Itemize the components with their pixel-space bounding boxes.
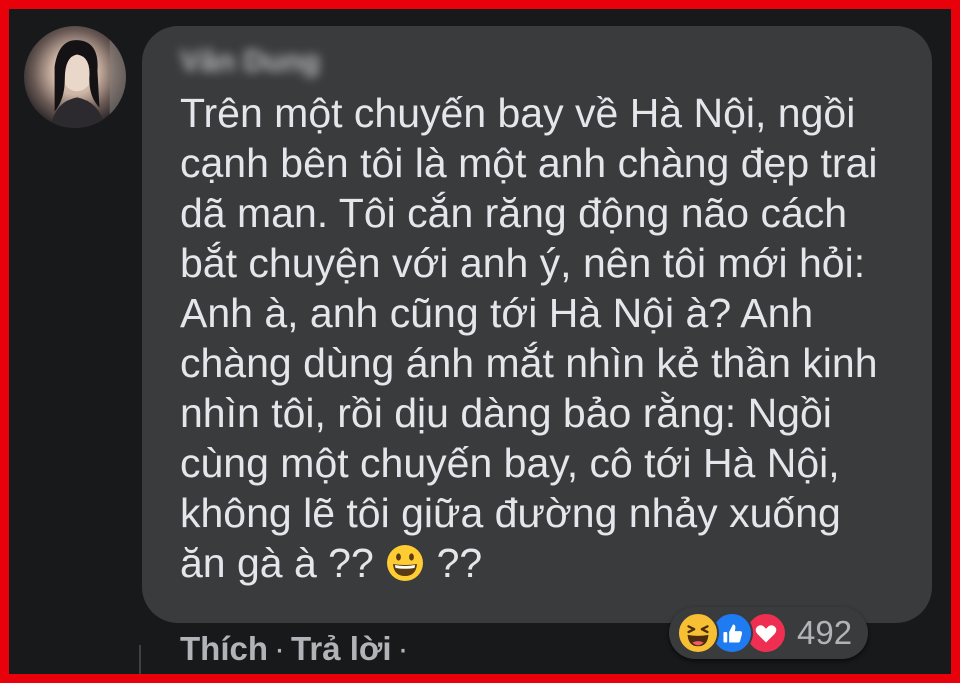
comment-text: Trên một chuyến bay về Hà Nội, ngồi cạnh…: [180, 88, 902, 588]
reaction-count: 492: [797, 614, 853, 651]
comment-area: Vân Dung Trên một chuyến bay về Hà Nội, …: [9, 9, 951, 674]
separator: ·: [274, 630, 285, 667]
reply-link[interactable]: Trả lời: [291, 630, 392, 668]
avatar-photo-icon: [50, 26, 126, 128]
author-name[interactable]: Vân Dung: [180, 40, 320, 84]
thread-line: [139, 645, 141, 674]
separator: ·: [397, 630, 409, 667]
comment-actions: Thích · Trả lời ·: [180, 630, 415, 668]
avatar[interactable]: [24, 26, 126, 128]
comment-bubble: Vân Dung Trên một chuyến bay về Hà Nội, …: [142, 26, 932, 623]
comment-text-tail: ??: [425, 540, 483, 586]
comment-text-main: Trên một chuyến bay về Hà Nội, ngồi cạnh…: [180, 90, 878, 586]
red-border-frame: Vân Dung Trên một chuyến bay về Hà Nội, …: [0, 0, 960, 683]
reactions-summary[interactable]: 492: [669, 607, 869, 659]
haha-icon: [677, 612, 719, 654]
grinning-face-icon: [385, 543, 425, 583]
like-link[interactable]: Thích: [180, 630, 268, 668]
